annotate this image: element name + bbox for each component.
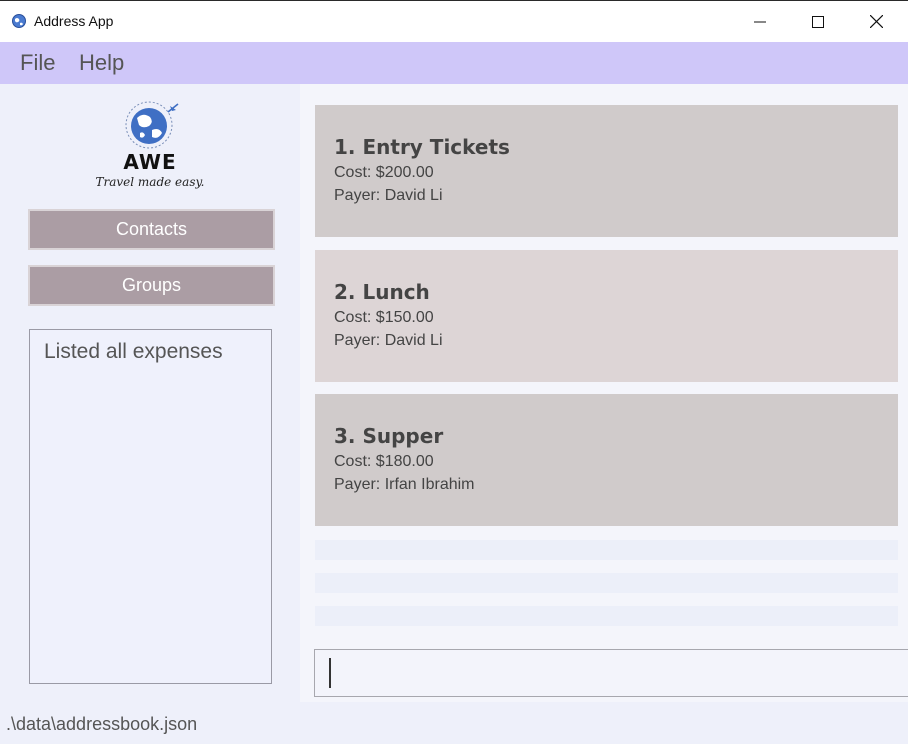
expense-card[interactable]: 1. Entry Tickets Cost: $200.00 Payer: Da… [315, 105, 898, 237]
expense-title: 3. Supper [334, 424, 444, 448]
expense-title: 1. Entry Tickets [334, 135, 510, 159]
sidebar: AWE Travel made easy. Contacts Groups Li… [0, 84, 300, 702]
close-button[interactable] [847, 1, 905, 42]
expense-payer: Payer: David Li [334, 187, 443, 204]
minimize-icon [754, 21, 766, 22]
save-file-path: .\data\addressbook.json [6, 714, 198, 734]
empty-list-row [315, 540, 898, 560]
status-bar: .\data\addressbook.json [0, 702, 908, 744]
close-icon [869, 15, 883, 28]
globe-icon [11, 13, 27, 29]
app-logo: AWE Travel made easy. [94, 98, 209, 194]
expense-cost: Cost: $180.00 [334, 453, 434, 470]
expense-card[interactable]: 2. Lunch Cost: $150.00 Payer: David Li [315, 250, 898, 382]
result-message: Listed all expenses [44, 340, 223, 363]
expense-card[interactable]: 3. Supper Cost: $180.00 Payer: Irfan Ibr… [315, 394, 898, 526]
expense-title: 2. Lunch [334, 280, 430, 304]
expense-list-panel[interactable]: 1. Entry Tickets Cost: $200.00 Payer: Da… [300, 84, 908, 702]
logo-wordmark: AWE [123, 150, 177, 174]
title-bar: Address App [0, 0, 908, 42]
groups-button[interactable]: Groups [28, 265, 275, 306]
menu-bar: File Help [0, 42, 908, 84]
command-input[interactable] [314, 649, 908, 697]
menu-help[interactable]: Help [79, 50, 124, 76]
menu-file[interactable]: File [20, 50, 55, 76]
expense-payer: Payer: Irfan Ibrahim [334, 476, 475, 493]
globe-plane-icon [125, 101, 179, 149]
empty-list-row [315, 573, 898, 593]
logo-tagline: Travel made easy. [95, 175, 205, 189]
maximize-icon [812, 15, 824, 28]
empty-list-row [315, 606, 898, 626]
maximize-button[interactable] [789, 1, 847, 42]
window-title: Address App [34, 13, 114, 29]
text-caret [329, 658, 331, 688]
expense-cost: Cost: $150.00 [334, 309, 434, 326]
expense-payer: Payer: David Li [334, 332, 443, 349]
contacts-button[interactable]: Contacts [28, 209, 275, 250]
minimize-button[interactable] [731, 1, 789, 42]
expense-cost: Cost: $200.00 [334, 164, 434, 181]
result-display[interactable]: Listed all expenses [29, 329, 272, 684]
